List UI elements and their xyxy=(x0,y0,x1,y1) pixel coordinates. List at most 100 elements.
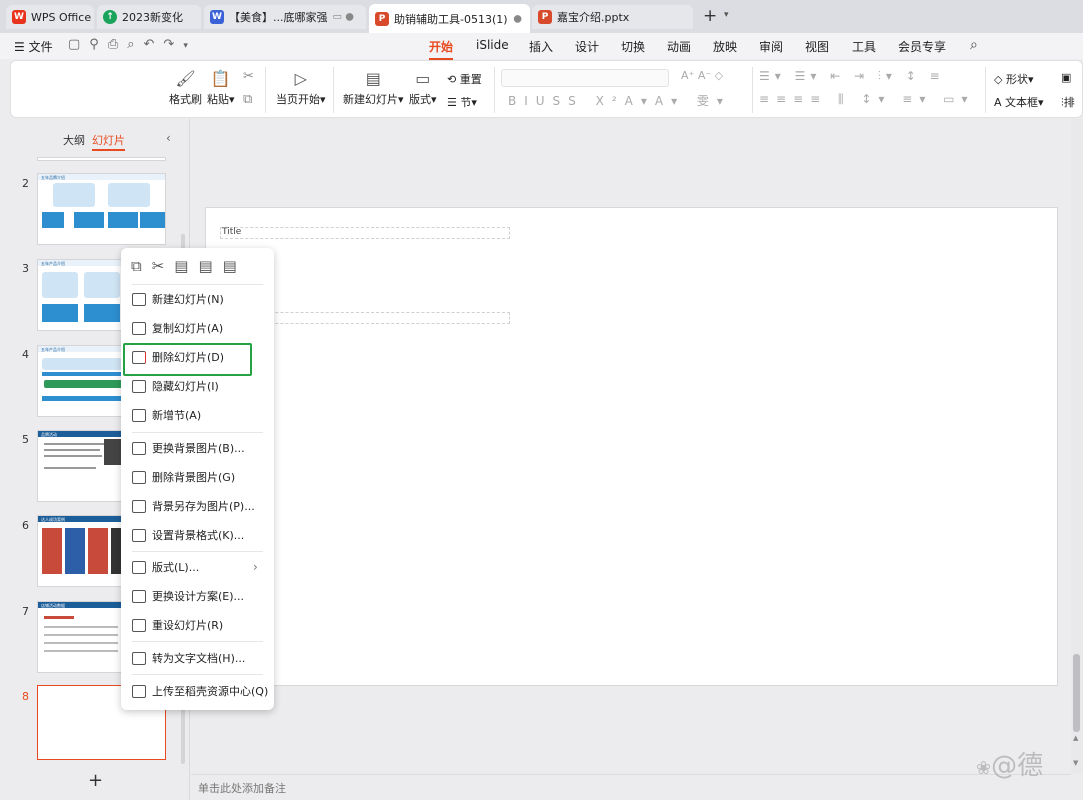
menu-tab-view[interactable]: 视图 xyxy=(805,38,829,55)
layout-label: 版式▾ xyxy=(409,93,437,106)
save-icon[interactable]: ▢ xyxy=(68,37,89,52)
search-icon[interactable]: ⌕ xyxy=(970,37,978,53)
menu-tab-slideshow[interactable]: 放映 xyxy=(713,38,737,55)
menu-tab-home[interactable]: 开始 xyxy=(429,38,454,60)
scroll-down-icon[interactable]: ▼ xyxy=(1073,759,1078,767)
menu-divider xyxy=(132,551,263,552)
tab-2023-changes[interactable]: ↑ 2023新变化 xyxy=(97,5,201,29)
menu-item-duplicate-slide[interactable]: 复制幻灯片(A) xyxy=(121,316,274,340)
menu-tab-insert[interactable]: 插入 xyxy=(529,38,553,55)
title-placeholder[interactable]: Title xyxy=(220,227,510,239)
menu-item-background-format[interactable]: 设置背景格式(K)... xyxy=(121,523,274,547)
menu-divider xyxy=(132,432,263,433)
paste-button[interactable]: 📋 粘贴▾ xyxy=(207,69,235,107)
preview-icon[interactable]: ⌕ xyxy=(127,37,143,52)
section-button[interactable]: ☰ 节▾ xyxy=(447,94,477,110)
paste-image-icon[interactable]: ▤ xyxy=(198,257,222,275)
copy-icon[interactable]: ⧉ xyxy=(243,92,252,107)
hide-slide-icon xyxy=(132,379,146,393)
scroll-thumb[interactable] xyxy=(1073,654,1080,732)
textbox-button[interactable]: A 文本框▾ xyxy=(994,94,1044,110)
menu-item-add-section[interactable]: 新增节(A) xyxy=(121,403,274,427)
image-icon[interactable]: ▣ xyxy=(1061,71,1071,84)
collapse-panel-icon[interactable]: ‹ xyxy=(166,131,171,145)
menu-item-upload[interactable]: 上传至稻壳资源中心(Q) xyxy=(121,679,274,703)
menu-item-convert-doc[interactable]: 转为文字文档(H)... xyxy=(121,646,274,670)
notes-pane[interactable]: 单击此处添加备注 xyxy=(191,774,1071,800)
menu-tab-member[interactable]: 会员专享 xyxy=(898,38,946,55)
reset-icon: ⟲ xyxy=(447,73,460,86)
chevron-right-icon: › xyxy=(253,560,258,574)
paste-special-icon[interactable]: ▤ xyxy=(223,257,247,275)
tab-outline[interactable]: 大纲 xyxy=(63,132,85,148)
print-icon[interactable]: ⎙ xyxy=(108,37,127,52)
tab-wps-office[interactable]: W WPS Office xyxy=(6,5,94,29)
add-tab-button[interactable]: + xyxy=(703,6,717,26)
menu-tab-review[interactable]: 审阅 xyxy=(759,38,783,55)
menu-item-change-design[interactable]: 更换设计方案(E)... xyxy=(121,584,274,608)
menu-item-change-background[interactable]: 更换背景图片(B)... xyxy=(121,436,274,460)
chevron-down-icon[interactable]: ▾ xyxy=(724,10,729,20)
slide-thumbnail-2[interactable]: 五年品牌介绍 xyxy=(37,173,166,245)
undo-icon[interactable]: ↶ xyxy=(144,37,164,52)
redo-icon[interactable]: ↷ xyxy=(163,37,183,52)
new-slide-button[interactable]: ▤ 新建幻灯片▾ xyxy=(343,69,404,107)
alignment-icons[interactable]: ≡≡≡≡ ⫼ ↕▾ ≡▾ ▭▾ xyxy=(759,92,975,107)
file-menu[interactable]: ☰ 文件 xyxy=(14,38,53,55)
layout-button[interactable]: ▭ 版式▾ xyxy=(409,69,437,107)
file-menu-label: 文件 xyxy=(28,40,53,54)
text-format-icons[interactable]: BIUSS X²A▾A▾ 雯▾ xyxy=(508,92,731,109)
play-from-current-button[interactable]: ▷ 当页开始▾ xyxy=(276,69,326,107)
more-chevron-icon[interactable]: ▾ xyxy=(183,41,197,51)
font-size-adjust-icons[interactable]: A⁺ A⁻ ◇ xyxy=(681,69,723,82)
list-format-icons[interactable]: ☰▾ ☰▾ ⇤ ⇥ ⫶▾ ↕ ≡ xyxy=(759,69,945,84)
menu-item-delete-background[interactable]: 删除背景图片(G) xyxy=(121,465,274,489)
arrange-button[interactable]: ⫶排 xyxy=(1061,94,1075,110)
section-icon: ☰ xyxy=(447,96,461,109)
reset-slide-icon xyxy=(132,618,146,632)
menu-label: 复制幻灯片(A) xyxy=(152,322,224,335)
duplicate-slide-icon xyxy=(132,321,146,335)
quick-access-toolbar[interactable]: ▢⚲⎙⌕↶↷▾ xyxy=(68,37,197,52)
cut-icon[interactable]: ✂ xyxy=(152,257,175,275)
shape-button[interactable]: ◇ 形状▾ xyxy=(994,71,1034,87)
menu-item-hide-slide[interactable]: 隐藏幻灯片(I) xyxy=(121,374,274,398)
reset-button[interactable]: ⟲ 重置 xyxy=(447,71,482,87)
tab-jiabao[interactable]: P 嘉宝介绍.pptx xyxy=(532,5,693,29)
copy-icon[interactable]: ⧉ xyxy=(131,257,152,275)
menu-item-new-slide[interactable]: 新建幻灯片(N) xyxy=(121,287,274,311)
textbox-icon: A xyxy=(994,96,1006,109)
layout-icon: ▭ xyxy=(415,69,431,88)
title-placeholder-text: Title xyxy=(222,227,242,237)
from-current-label: 当页开始▾ xyxy=(276,93,326,106)
current-slide[interactable]: Title xyxy=(205,207,1058,686)
unsaved-dot-icon[interactable]: ● xyxy=(513,13,522,24)
format-painter-label: 格式刷 xyxy=(169,93,202,106)
presentation-icon: P xyxy=(538,10,552,24)
menu-tab-animation[interactable]: 动画 xyxy=(667,38,691,55)
menu-item-save-background[interactable]: 背景另存为图片(P)... xyxy=(121,494,274,518)
menu-label: 上传至稻壳资源中心(Q) xyxy=(152,685,269,698)
new-slide-icon: ▤ xyxy=(365,69,381,88)
menu-tab-tools[interactable]: 工具 xyxy=(852,38,876,55)
vertical-scrollbar[interactable]: ▲ ▼ xyxy=(1071,119,1083,774)
thumb-title: 品牌活动 xyxy=(41,432,57,437)
menu-label: 背景另存为图片(P)... xyxy=(152,500,255,513)
menu-item-layout[interactable]: 版式(L)... › xyxy=(121,555,274,579)
scissors-icon[interactable]: ✂ xyxy=(243,69,254,84)
menu-tab-transition[interactable]: 切换 xyxy=(621,38,645,55)
menu-tab-islide[interactable]: iSlide xyxy=(476,38,509,52)
menu-item-reset-slide[interactable]: 重设幻灯片(R) xyxy=(121,613,274,637)
paste-icon[interactable]: ▤ xyxy=(174,257,198,275)
menu-tab-design[interactable]: 设计 xyxy=(575,38,599,55)
format-painter-button[interactable]: 🖌 格式刷 xyxy=(169,69,202,107)
tab-slides[interactable]: 幻灯片 xyxy=(92,132,125,151)
tab-food-doc[interactable]: W 【美食】...底哪家强 ▭ ● xyxy=(204,5,366,29)
thumb-title: 达人成功案例 xyxy=(41,517,65,522)
tab-sales-tool[interactable]: P 助销辅助工具-0513(1) ● xyxy=(369,4,530,33)
tab-label: 助销辅助工具-0513(1) xyxy=(394,12,508,26)
font-family-select[interactable] xyxy=(501,69,669,87)
scroll-up-icon[interactable]: ▲ xyxy=(1073,734,1078,742)
link-icon[interactable]: ⚲ xyxy=(89,37,108,52)
add-slide-button[interactable]: + xyxy=(88,770,103,791)
